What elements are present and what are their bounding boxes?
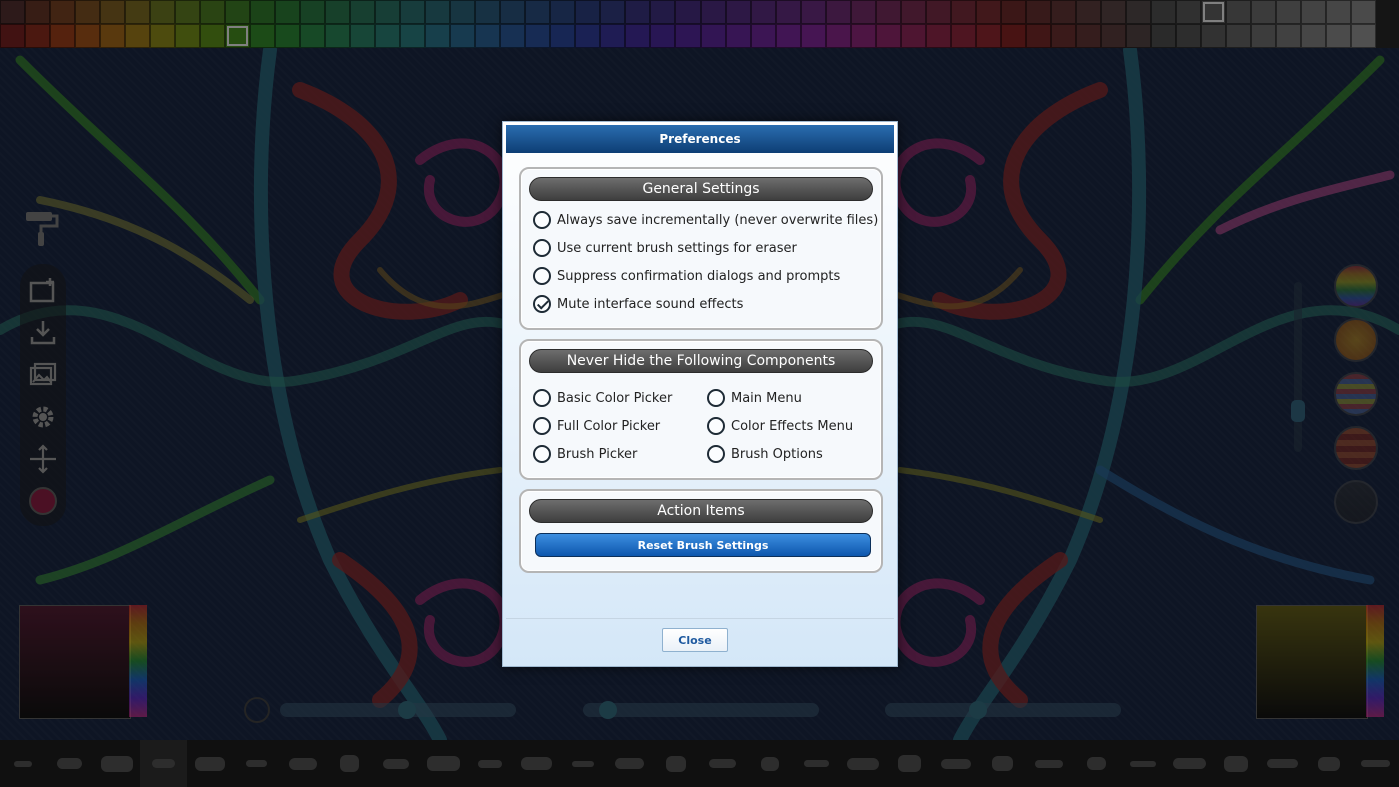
option-save-incrementally[interactable]: Always save incrementally (never overwri… [533, 211, 878, 229]
reset-brush-settings-button[interactable]: Reset Brush Settings [535, 533, 871, 557]
option-label: Brush Options [731, 446, 823, 462]
radio-brush-picker[interactable] [533, 445, 551, 463]
option-brush-settings-eraser[interactable]: Use current brush settings for eraser [533, 239, 797, 257]
option-label: Brush Picker [557, 446, 638, 462]
option-label: Always save incrementally (never overwri… [557, 212, 879, 228]
option-label: Full Color Picker [557, 418, 661, 434]
radio-brush-settings-eraser[interactable] [533, 239, 551, 257]
radio-basic-color-picker[interactable] [533, 389, 551, 407]
option-brush-picker[interactable]: Brush Picker [533, 445, 637, 463]
option-suppress-dialogs[interactable]: Suppress confirmation dialogs and prompt… [533, 267, 840, 285]
preferences-dialog: Preferences General Settings Always save… [502, 121, 898, 667]
radio-suppress-dialogs[interactable] [533, 267, 551, 285]
checkbox-mute-sound[interactable] [533, 295, 551, 313]
dialog-separator [506, 618, 894, 619]
general-settings-panel: General Settings Always save incremental… [519, 167, 883, 330]
option-basic-color-picker[interactable]: Basic Color Picker [533, 389, 672, 407]
radio-full-color-picker[interactable] [533, 417, 551, 435]
never-hide-heading: Never Hide the Following Components [529, 349, 873, 373]
radio-color-effects-menu[interactable] [707, 417, 725, 435]
option-label: Main Menu [731, 390, 802, 406]
option-main-menu[interactable]: Main Menu [707, 389, 802, 407]
option-full-color-picker[interactable]: Full Color Picker [533, 417, 660, 435]
option-label: Suppress confirmation dialogs and prompt… [557, 268, 841, 284]
option-label: Use current brush settings for eraser [557, 240, 797, 256]
option-brush-options[interactable]: Brush Options [707, 445, 823, 463]
option-mute-sound[interactable]: Mute interface sound effects [533, 295, 743, 313]
never-hide-panel: Never Hide the Following Components Basi… [519, 339, 883, 480]
option-label: Color Effects Menu [731, 418, 854, 434]
dialog-title: Preferences [506, 125, 894, 153]
action-items-heading: Action Items [529, 499, 873, 523]
option-label: Basic Color Picker [557, 390, 673, 406]
radio-save-incrementally[interactable] [533, 211, 551, 229]
option-color-effects-menu[interactable]: Color Effects Menu [707, 417, 853, 435]
action-items-panel: Action Items Reset Brush Settings [519, 489, 883, 573]
radio-brush-options[interactable] [707, 445, 725, 463]
close-button[interactable]: Close [662, 628, 728, 652]
general-settings-heading: General Settings [529, 177, 873, 201]
radio-main-menu[interactable] [707, 389, 725, 407]
option-label: Mute interface sound effects [557, 296, 744, 312]
